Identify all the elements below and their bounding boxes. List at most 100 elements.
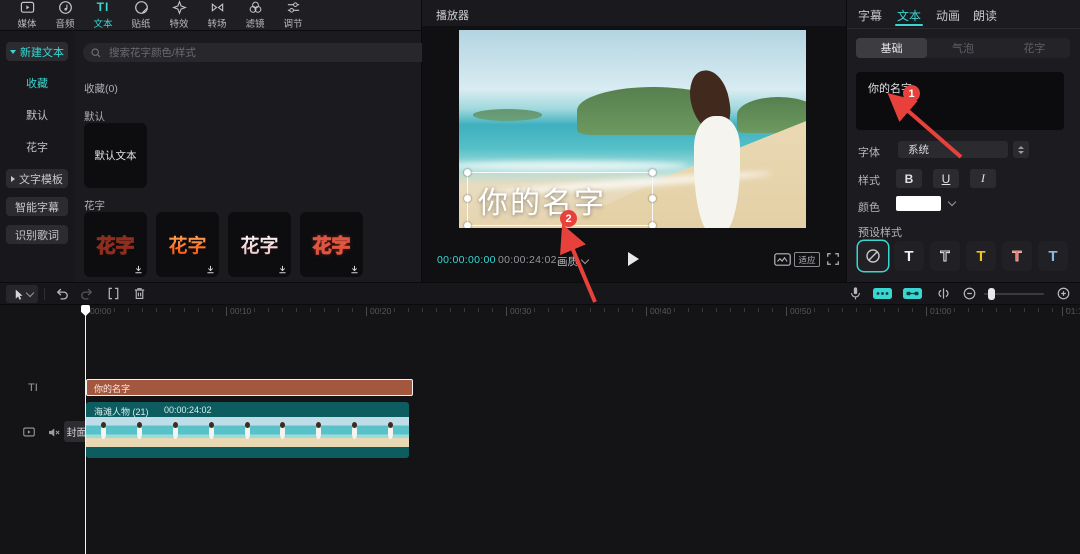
ruler-label: 00:30	[506, 307, 531, 316]
filmstrip-thumbnail	[194, 417, 230, 447]
filmstrip-thumbnail	[230, 417, 266, 447]
sidebar-item-recognize-lyrics[interactable]: 识别歌词	[6, 225, 68, 244]
filmstrip-thumbnail	[158, 417, 194, 447]
subtab-fancy[interactable]: 花字	[999, 38, 1070, 58]
text-clip[interactable]: 你的名字	[86, 379, 413, 396]
fullscreen-icon[interactable]	[826, 252, 840, 266]
preset-none[interactable]	[858, 241, 888, 271]
stepper-up-icon	[1018, 146, 1024, 149]
subtab-basic[interactable]: 基础	[856, 38, 927, 58]
preset-white[interactable]: T	[894, 241, 924, 271]
favorites-header: 收藏(0)	[84, 81, 118, 96]
quality-dropdown[interactable]: 画质	[557, 254, 588, 269]
resize-handle[interactable]	[649, 222, 656, 228]
sidebar-item-new-text[interactable]: 新建文本	[6, 42, 68, 61]
tab-read-aloud[interactable]: 朗读	[973, 7, 997, 24]
mirror-preview-icon[interactable]	[774, 253, 791, 266]
download-icon[interactable]	[278, 265, 287, 274]
preset-red[interactable]: T	[1002, 241, 1032, 271]
snap-icon[interactable]	[936, 286, 951, 301]
default-text-card[interactable]: 默认文本	[84, 123, 147, 188]
toolbar-item-transition[interactable]: 转场	[198, 0, 236, 30]
toolbar-item-audio[interactable]: 音频	[46, 0, 84, 30]
font-select[interactable]: 系统	[898, 141, 1008, 158]
link-clips-toggle-icon[interactable]	[902, 286, 923, 301]
fancy-text-card[interactable]: 花字	[228, 212, 291, 277]
fancy-text-card[interactable]: 花字	[300, 212, 363, 277]
sidebar-item-smart-subtitles[interactable]: 智能字幕	[6, 197, 68, 216]
download-icon[interactable]	[350, 265, 359, 274]
bold-button[interactable]: B	[896, 169, 922, 188]
overlay-text[interactable]: 你的名字	[478, 178, 606, 222]
zoom-out-icon[interactable]	[962, 286, 977, 301]
search-input[interactable]	[83, 43, 435, 62]
fancy-text-sample: 花字	[240, 231, 278, 258]
fit-button[interactable]: 适应	[794, 252, 820, 267]
player-panel: 播放器 你的名字 00:00:00:00 00:	[422, 0, 846, 282]
current-time: 00:00:00:00	[437, 254, 496, 266]
sidebar-item-default[interactable]: 默认	[26, 107, 48, 123]
video-clip[interactable]: 海滩人物 (21) 00:00:24:02	[86, 402, 409, 458]
track-main-icon[interactable]	[22, 425, 36, 439]
sidebar-item-favorites[interactable]: 收藏	[26, 75, 48, 91]
redo-icon[interactable]	[80, 286, 95, 301]
color-swatch[interactable]	[896, 196, 941, 211]
sidebar-item-label: 识别歌词	[15, 227, 59, 243]
preset-outline[interactable]: T	[930, 241, 960, 271]
tab-subtitles[interactable]: 字幕	[858, 7, 882, 24]
undo-icon[interactable]	[54, 286, 69, 301]
subtab-bubble[interactable]: 气泡	[927, 38, 998, 58]
toolbar-item-sticker[interactable]: 贴纸	[122, 0, 160, 30]
auto-captions-toggle-icon[interactable]	[872, 286, 893, 301]
timeline-ruler[interactable]: 00:00 00:10 00:20 00:30 00:40 00:50 01:0…	[0, 305, 1080, 319]
resize-handle[interactable]	[464, 169, 471, 176]
download-icon[interactable]	[206, 265, 215, 274]
italic-button[interactable]: I	[970, 169, 996, 188]
toolbar-item-adjust[interactable]: 调节	[274, 0, 312, 30]
text-content-input[interactable]: 你的名字	[856, 72, 1064, 130]
style-label: 样式	[858, 172, 880, 188]
fancy-text-card[interactable]: 花字	[84, 212, 147, 277]
toolbar-item-effects[interactable]: 特效	[160, 0, 198, 30]
play-button[interactable]	[628, 252, 639, 266]
playhead[interactable]	[85, 305, 86, 554]
audio-icon	[58, 0, 73, 15]
download-icon[interactable]	[134, 265, 143, 274]
resize-handle[interactable]	[649, 195, 656, 202]
tab-text[interactable]: 文本	[897, 7, 921, 24]
font-stepper[interactable]	[1013, 141, 1029, 158]
toolbar-item-media[interactable]: 媒体	[8, 0, 46, 30]
preset-blue[interactable]: T	[1038, 241, 1068, 271]
inspector-panel: 字幕 文本 动画 朗读 基础 气泡 花字 你的名字 字体 系统 样式 B U I…	[847, 0, 1080, 282]
fancy-text-card[interactable]: 花字	[156, 212, 219, 277]
mute-track-icon[interactable]	[47, 426, 60, 439]
resize-handle[interactable]	[649, 169, 656, 176]
person-dress	[694, 116, 740, 228]
timeline-zoom-handle[interactable]	[988, 288, 995, 300]
resize-handle[interactable]	[464, 195, 471, 202]
video-editor-app: 媒体 音频 TI 文本 贴纸 特效 转场	[0, 0, 1080, 554]
underline-button[interactable]: U	[933, 169, 959, 188]
select-tool[interactable]	[6, 285, 38, 303]
total-duration: 00:00:24:02	[498, 254, 557, 266]
zoom-in-icon[interactable]	[1056, 286, 1071, 301]
filmstrip-thumbnail	[373, 417, 409, 447]
toolbar-item-filter[interactable]: 滤镜	[236, 0, 274, 30]
filmstrip-thumbnail	[122, 417, 158, 447]
record-voiceover-icon[interactable]	[848, 286, 863, 301]
video-clip-header: 海滩人物 (21) 00:00:24:02	[86, 402, 409, 417]
sidebar-item-text-templates[interactable]: 文字模板	[6, 169, 68, 188]
fancy-text-sample: 花字	[96, 231, 134, 258]
video-filmstrip	[86, 417, 409, 447]
split-icon[interactable]	[106, 286, 121, 301]
preset-yellow[interactable]: T	[966, 241, 996, 271]
video-preview[interactable]: 你的名字	[459, 30, 806, 228]
color-dropdown-icon[interactable]	[948, 198, 956, 206]
toolbar-item-text[interactable]: TI 文本	[84, 0, 122, 30]
delete-icon[interactable]	[132, 286, 147, 301]
toolbar-label: 音频	[55, 16, 74, 30]
tab-animation[interactable]: 动画	[936, 7, 960, 24]
resize-handle[interactable]	[464, 222, 471, 228]
sidebar-item-fancy-text[interactable]: 花字	[26, 139, 48, 155]
active-tab-underline	[895, 24, 923, 26]
